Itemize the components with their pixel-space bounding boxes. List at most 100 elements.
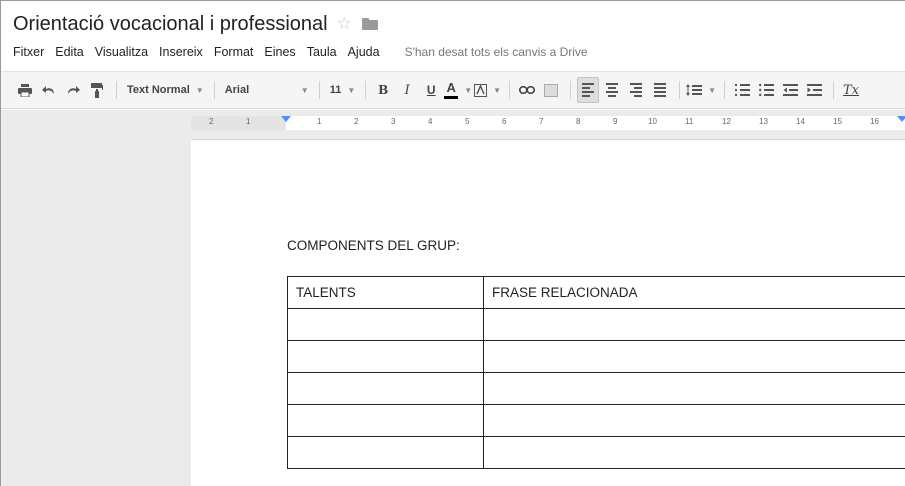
- text-color-button[interactable]: A ▼: [444, 77, 472, 103]
- chevron-down-icon: ▼: [708, 85, 717, 95]
- ruler-tick: 16: [870, 117, 879, 126]
- size-select[interactable]: 11 ▼: [326, 77, 360, 103]
- toolbar-divider: [679, 81, 681, 99]
- ruler-tick: 2: [209, 117, 214, 126]
- undo-icon[interactable]: [38, 77, 60, 103]
- ruler-tick: 4: [428, 117, 433, 126]
- chevron-down-icon: ▼: [300, 85, 309, 95]
- toolbar-divider: [318, 81, 320, 99]
- table-row: [287, 340, 905, 373]
- ruler[interactable]: 2 1 1 2 3 4 5 6 7 8 9 10 11 12 13 14 15 …: [191, 110, 905, 140]
- talents-table[interactable]: TALENTS FRASE RELACIONADA: [287, 276, 905, 469]
- bulleted-list-icon[interactable]: [755, 77, 777, 103]
- increase-indent-icon[interactable]: [803, 77, 825, 103]
- table-row: [287, 308, 905, 341]
- right-indent-marker[interactable]: [897, 116, 905, 122]
- line-spacing-icon[interactable]: ▼: [686, 77, 716, 103]
- left-gutter: [1, 110, 191, 486]
- app-window: Orientació vocacional i professional ☆ F…: [0, 0, 905, 486]
- ruler-tick: 1: [246, 117, 251, 126]
- paint-format-icon[interactable]: [86, 77, 108, 103]
- toolbar-divider: [116, 81, 117, 99]
- document-title[interactable]: Orientació vocacional i professional: [13, 13, 328, 36]
- chevron-down-icon: ▼: [347, 85, 356, 95]
- table-cell[interactable]: [483, 404, 905, 437]
- table-cell[interactable]: [287, 404, 484, 437]
- toolbar-divider: [213, 81, 215, 99]
- redo-icon[interactable]: [62, 77, 84, 103]
- title-row: Orientació vocacional i professional ☆: [13, 10, 378, 38]
- comment-icon[interactable]: [540, 77, 562, 103]
- menu-view[interactable]: Visualitza: [95, 45, 148, 59]
- table-cell[interactable]: [483, 372, 905, 405]
- table-cell[interactable]: [287, 308, 484, 341]
- table-header-cell[interactable]: FRASE RELACIONADA: [483, 276, 905, 309]
- table-header-cell[interactable]: TALENTS: [287, 276, 484, 309]
- left-indent-marker[interactable]: [281, 116, 291, 122]
- table-row: [287, 436, 905, 469]
- chevron-down-icon: ▼: [195, 85, 204, 95]
- align-right-icon[interactable]: [625, 77, 647, 103]
- ruler-tick: 1: [317, 117, 322, 126]
- font-select[interactable]: Arial ▼: [221, 77, 313, 103]
- style-select-value: Text Normal: [127, 84, 190, 96]
- decrease-indent-icon[interactable]: [779, 77, 801, 103]
- menu-tools[interactable]: Eines: [264, 45, 295, 59]
- table-cell[interactable]: [287, 372, 484, 405]
- menu-format[interactable]: Format: [214, 45, 254, 59]
- align-justify-icon[interactable]: [649, 77, 671, 103]
- save-status: S'han desat tots els canvis a Drive: [404, 45, 588, 59]
- menu-insert[interactable]: Insereix: [159, 45, 203, 59]
- text-color-letter: A: [446, 79, 456, 95]
- toolbar-divider: [833, 81, 835, 99]
- ruler-tick: 3: [391, 117, 396, 126]
- menu-table[interactable]: Taula: [307, 45, 337, 59]
- folder-icon[interactable]: [361, 18, 378, 30]
- align-left-icon[interactable]: [577, 77, 600, 103]
- underline-button[interactable]: U: [420, 77, 442, 103]
- ruler-tick: 2: [354, 117, 359, 126]
- size-select-value: 11: [329, 84, 342, 96]
- ruler-tick: 14: [796, 117, 805, 126]
- print-icon[interactable]: [14, 77, 36, 103]
- ruler-tick: 9: [613, 117, 618, 126]
- style-select[interactable]: Text Normal ▼: [123, 77, 208, 103]
- ruler-margin-zone: [191, 116, 286, 130]
- bold-button[interactable]: B: [372, 77, 394, 103]
- menu-edit[interactable]: Edita: [55, 45, 84, 59]
- text-color-icon: A: [444, 79, 459, 99]
- ruler-tick: 6: [502, 117, 507, 126]
- table-cell[interactable]: [483, 308, 905, 341]
- table-cell[interactable]: [287, 436, 484, 469]
- menu-file[interactable]: Fitxer: [13, 45, 44, 59]
- ruler-tick: 8: [576, 117, 581, 126]
- toolbar-divider: [509, 81, 511, 99]
- italic-button[interactable]: I: [396, 77, 418, 103]
- clear-formatting-icon[interactable]: Tx: [840, 77, 862, 103]
- ruler-tick: 10: [648, 117, 657, 126]
- table-cell[interactable]: [483, 340, 905, 373]
- numbered-list-icon[interactable]: [731, 77, 753, 103]
- chevron-down-icon: ▼: [493, 85, 502, 95]
- ruler-tick: 11: [685, 117, 694, 126]
- ruler-tick: 13: [759, 117, 768, 126]
- font-select-value: Arial: [224, 84, 250, 96]
- group-members-heading[interactable]: COMPONENTS DEL GRUP:: [287, 238, 460, 253]
- ruler-track: 2 1 1 2 3 4 5 6 7 8 9 10 11 12 13 14 15 …: [191, 116, 905, 130]
- ruler-tick: 7: [539, 117, 544, 126]
- link-icon[interactable]: [516, 77, 538, 103]
- table-header-row: TALENTS FRASE RELACIONADA: [287, 276, 905, 309]
- menu-help[interactable]: Ajuda: [348, 45, 380, 59]
- toolbar-divider: [724, 81, 726, 99]
- ruler-tick: 12: [722, 117, 731, 126]
- toolbar-divider: [365, 81, 367, 99]
- chevron-down-icon: ▼: [464, 85, 473, 95]
- align-center-icon[interactable]: [601, 77, 623, 103]
- highlight-color-button[interactable]: ▼: [474, 77, 501, 103]
- table-cell[interactable]: [287, 340, 484, 373]
- table-row: [287, 404, 905, 437]
- star-icon[interactable]: ☆: [337, 14, 352, 34]
- table-cell[interactable]: [483, 436, 905, 469]
- document-page[interactable]: COMPONENTS DEL GRUP: TALENTS FRASE RELAC…: [191, 140, 905, 486]
- menu-bar: Fitxer Edita Visualitza Insereix Format …: [13, 42, 588, 62]
